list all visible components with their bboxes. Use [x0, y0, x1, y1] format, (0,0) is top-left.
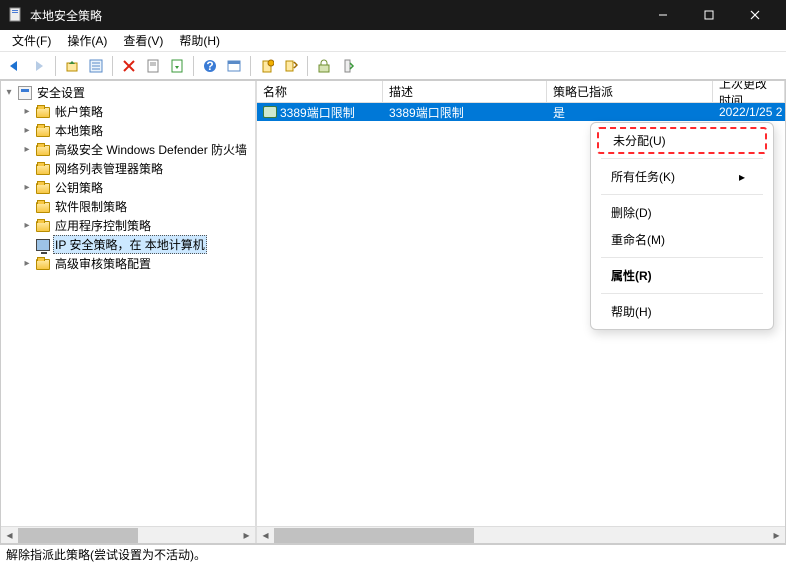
tree-item[interactable]: ▸ 公钥策略 — [3, 178, 253, 197]
tree-item[interactable]: ▸ 高级审核策略配置 — [3, 254, 253, 273]
list-icon[interactable] — [85, 55, 107, 77]
app-icon — [8, 7, 24, 23]
folder-icon — [36, 107, 50, 118]
tree-panel: ▾ 安全设置 ▸ 帐户策略 ▸ 本地策略 ▸ 高级安全 Windows Defender … — [1, 81, 257, 543]
menu-help[interactable]: 帮助(H) — [171, 30, 228, 51]
tool-icon-1[interactable] — [313, 55, 335, 77]
tree-view[interactable]: ▾ 安全设置 ▸ 帐户策略 ▸ 本地策略 ▸ 高级安全 Windows Defender … — [1, 81, 255, 526]
col-name[interactable]: 名称 — [257, 81, 383, 102]
chevron-right-icon: ▸ — [739, 170, 745, 184]
caret-icon[interactable]: ▸ — [21, 220, 33, 231]
cell-modified: 2022/1/25 2 — [713, 105, 785, 119]
properties-button[interactable] — [142, 55, 164, 77]
tree-item-label: 高级审核策略配置 — [53, 254, 153, 273]
list-hscrollbar[interactable]: ◂ ▸ — [257, 526, 785, 543]
tree-item-label: 应用程序控制策略 — [53, 216, 153, 235]
list-row[interactable]: 3389端口限制 3389端口限制 是 2022/1/25 2 — [257, 103, 785, 121]
separator — [601, 257, 763, 258]
export-button[interactable] — [166, 55, 188, 77]
window-title: 本地安全策略 — [30, 7, 640, 24]
folder-icon — [36, 202, 50, 213]
root-icon — [18, 86, 32, 100]
scroll-right-icon[interactable]: ▸ — [768, 527, 785, 544]
tree-item-label: 帐户策略 — [53, 102, 105, 121]
tree-item-label: 本地策略 — [53, 121, 105, 140]
tree-item[interactable]: IP 安全策略，在 本地计算机 — [3, 235, 253, 254]
folder-icon — [36, 164, 50, 175]
scroll-right-icon[interactable]: ▸ — [238, 527, 255, 544]
ctx-help[interactable]: 帮助(H) — [591, 298, 773, 325]
tree-item[interactable]: ▸ 帐户策略 — [3, 102, 253, 121]
monitor-icon — [36, 239, 50, 251]
tree-hscrollbar[interactable]: ◂ ▸ — [1, 526, 255, 543]
close-button[interactable] — [732, 0, 778, 30]
minimize-button[interactable] — [640, 0, 686, 30]
cell-desc: 3389端口限制 — [383, 104, 547, 121]
delete-button[interactable] — [118, 55, 140, 77]
separator — [601, 293, 763, 294]
manage-filter-icon[interactable] — [280, 55, 302, 77]
back-button[interactable] — [4, 55, 26, 77]
scroll-left-icon[interactable]: ◂ — [257, 527, 274, 544]
tool-icon-2[interactable] — [337, 55, 359, 77]
menu-bar: 文件(F) 操作(A) 查看(V) 帮助(H) — [0, 30, 786, 52]
tree-item[interactable]: ▸ 应用程序控制策略 — [3, 216, 253, 235]
tree-item[interactable]: ▸ 高级安全 Windows Defender 防火墙 — [3, 140, 253, 159]
scroll-thumb[interactable] — [18, 528, 138, 543]
tree-item-label: IP 安全策略，在 本地计算机 — [53, 235, 207, 254]
separator — [601, 194, 763, 195]
up-button[interactable] — [61, 55, 83, 77]
folder-icon — [36, 221, 50, 232]
status-text: 解除指派此策略(尝试设置为不活动)。 — [6, 546, 206, 563]
help-button[interactable]: ? — [199, 55, 221, 77]
col-modified[interactable]: 上次更改时间 — [713, 81, 785, 102]
menu-action[interactable]: 操作(A) — [59, 30, 115, 51]
cell-name: 3389端口限制 — [280, 104, 355, 121]
maximize-button[interactable] — [686, 0, 732, 30]
window-icon[interactable] — [223, 55, 245, 77]
menu-view[interactable]: 查看(V) — [115, 30, 171, 51]
caret-icon[interactable]: ▾ — [3, 87, 15, 98]
ctx-rename[interactable]: 重命名(M) — [591, 226, 773, 253]
col-desc[interactable]: 描述 — [383, 81, 547, 102]
status-bar: 解除指派此策略(尝试设置为不活动)。 — [0, 544, 786, 564]
ctx-all-tasks[interactable]: 所有任务(K)▸ — [591, 163, 773, 190]
context-menu: 未分配(U) 所有任务(K)▸ 删除(D) 重命名(M) 属性(R) 帮助(H) — [590, 122, 774, 330]
create-policy-icon[interactable] — [256, 55, 278, 77]
tree-item[interactable]: 网络列表管理器策略 — [3, 159, 253, 178]
folder-icon — [36, 183, 50, 194]
tree-item-label: 高级安全 Windows Defender 防火墙 — [53, 140, 249, 159]
caret-icon[interactable]: ▸ — [21, 182, 33, 193]
caret-icon[interactable]: ▸ — [21, 144, 33, 155]
title-bar: 本地安全策略 — [0, 0, 786, 30]
menu-file[interactable]: 文件(F) — [4, 30, 59, 51]
ctx-properties[interactable]: 属性(R) — [591, 262, 773, 289]
caret-icon[interactable]: ▸ — [21, 106, 33, 117]
cell-assigned: 是 — [547, 104, 713, 121]
toolbar: ? — [0, 52, 786, 80]
policy-icon — [263, 106, 277, 118]
svg-text:?: ? — [206, 59, 213, 73]
ctx-unassign[interactable]: 未分配(U) — [597, 127, 767, 154]
tree-item-label: 公钥策略 — [53, 178, 105, 197]
ctx-delete[interactable]: 删除(D) — [591, 199, 773, 226]
forward-button[interactable] — [28, 55, 50, 77]
tree-item[interactable]: ▸ 本地策略 — [3, 121, 253, 140]
caret-icon[interactable]: ▸ — [21, 258, 33, 269]
tree-root[interactable]: ▾ 安全设置 — [3, 83, 253, 102]
separator — [601, 158, 763, 159]
list-header: 名称 描述 策略已指派 上次更改时间 — [257, 81, 785, 103]
folder-icon — [36, 145, 50, 156]
tree-item-label: 软件限制策略 — [53, 197, 129, 216]
scroll-left-icon[interactable]: ◂ — [1, 527, 18, 544]
tree-root-label: 安全设置 — [35, 83, 87, 102]
folder-icon — [36, 259, 50, 270]
folder-icon — [36, 126, 50, 137]
col-assigned[interactable]: 策略已指派 — [547, 81, 713, 102]
caret-icon[interactable]: ▸ — [21, 125, 33, 136]
tree-item-label: 网络列表管理器策略 — [53, 159, 165, 178]
scroll-thumb[interactable] — [274, 528, 474, 543]
tree-item[interactable]: 软件限制策略 — [3, 197, 253, 216]
